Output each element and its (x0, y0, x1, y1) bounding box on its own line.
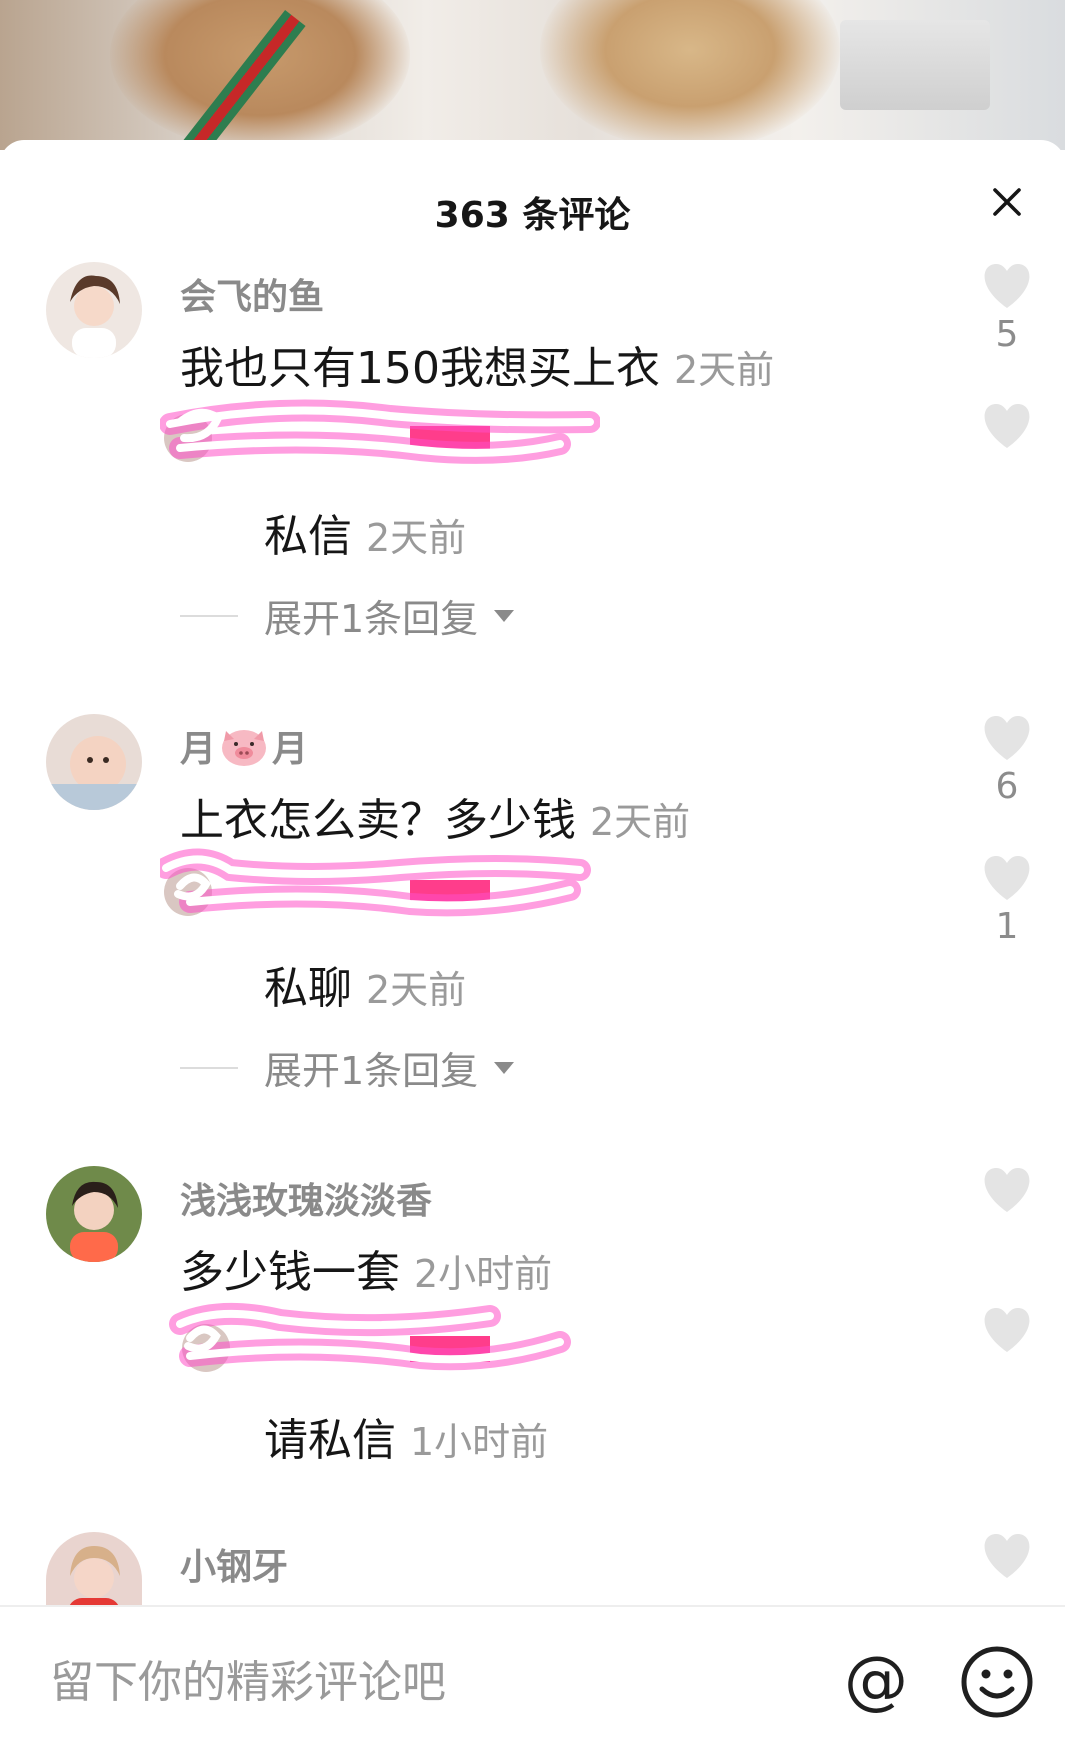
emoji-button[interactable] (958, 1643, 1036, 1721)
close-button[interactable] (985, 180, 1029, 224)
reply-time: 2天前 (366, 516, 467, 560)
reply-time: 2天前 (366, 968, 467, 1012)
avatar[interactable] (46, 1166, 142, 1262)
heart-icon (984, 264, 1030, 308)
comment-time: 2小时前 (414, 1252, 553, 1296)
smiley-icon (961, 1646, 1033, 1718)
like-button[interactable] (972, 402, 1042, 454)
caret-down-icon (494, 1061, 515, 1074)
comment-text: 我也只有150我想买上衣 2天前 (180, 343, 775, 394)
video-background (0, 0, 1065, 150)
reply-text: 私信 2天前 (264, 511, 467, 562)
username[interactable]: 月 月 (180, 720, 308, 772)
like-button[interactable] (972, 1532, 1042, 1605)
redacted-reply-author (160, 399, 600, 464)
expand-replies-label: 展开1条回复 (264, 597, 479, 641)
heart-icon (984, 1308, 1030, 1352)
caret-down-icon (494, 609, 515, 622)
expand-replies-button[interactable]: 展开1条回复 (180, 588, 516, 643)
comment-text: 多少钱一套 2小时前 (180, 1247, 553, 1298)
redacted-reply-author (169, 1302, 571, 1372)
like-button[interactable] (972, 1306, 1042, 1358)
comments-count-title: 363 条评论 (434, 195, 631, 236)
heart-icon (984, 716, 1030, 760)
heart-icon (984, 1168, 1030, 1212)
heart-icon (984, 404, 1030, 448)
close-icon (993, 188, 1021, 216)
like-count: 6 (995, 766, 1019, 807)
at-icon: @ (844, 1644, 908, 1718)
reply-text: 私聊 2天前 (264, 963, 467, 1014)
comments-sheet: 363 条评论 会飞的鱼 我也只有150我想买上衣 2天前 5 私信 2天前 展… (0, 140, 1065, 1760)
comment-text: 上衣怎么卖？多少钱 2天前 (180, 795, 691, 846)
like-count: 1 (995, 906, 1019, 947)
reply-text: 请私信 1小时前 (264, 1415, 549, 1466)
expand-replies-label: 展开1条回复 (264, 1049, 479, 1093)
like-button[interactable]: 6 (972, 714, 1042, 807)
heart-icon (984, 1534, 1030, 1578)
like-button[interactable] (972, 1166, 1042, 1218)
comment-input[interactable] (48, 1651, 812, 1713)
reply-time: 1小时前 (410, 1420, 549, 1464)
like-button[interactable]: 5 (972, 262, 1042, 355)
comment-time: 2天前 (590, 800, 691, 844)
redacted-reply-author (160, 848, 591, 917)
username[interactable]: 浅浅玫瑰淡淡香 (180, 1172, 432, 1224)
heart-icon (984, 856, 1030, 900)
comment-time: 2天前 (673, 348, 775, 392)
username[interactable]: 会飞的鱼 (180, 268, 324, 320)
like-button[interactable]: 1 (972, 854, 1042, 947)
expand-replies-button[interactable]: 展开1条回复 (180, 1040, 516, 1095)
avatar[interactable] (46, 714, 142, 810)
avatar[interactable] (46, 262, 142, 358)
mention-button[interactable]: @ (838, 1643, 914, 1719)
username[interactable]: 小钢牙 (180, 1538, 288, 1590)
pig-face-icon (222, 730, 267, 766)
avatar[interactable] (46, 1532, 142, 1605)
like-count: 5 (995, 314, 1019, 355)
comment-input-bar: @ (0, 1607, 1065, 1760)
